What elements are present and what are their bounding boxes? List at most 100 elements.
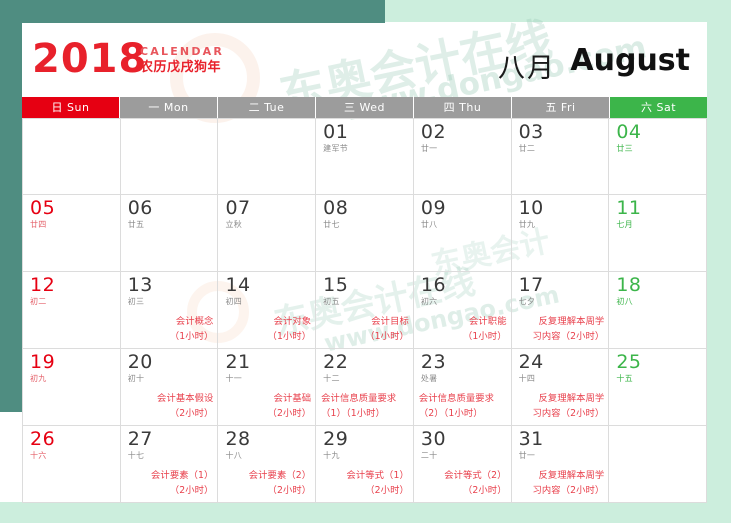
day-number: 19 (30, 351, 56, 373)
day-number: 11 (616, 197, 642, 219)
day-number: 27 (127, 428, 153, 450)
weekday-header-fri: 五 Fri (512, 97, 610, 118)
month-label-chinese: 八月 (498, 53, 556, 84)
day-number: 29 (323, 428, 349, 450)
day-event-text[interactable]: 会计基本假设 （2小时） (123, 392, 214, 421)
calendar-day-cell[interactable]: 11 七月 (609, 195, 708, 271)
calendar-day-cell[interactable]: 23 处暑会计信息质量要求 （2）（1小时） (414, 349, 512, 425)
calendar-day-cell[interactable]: 26 十六 (22, 426, 121, 502)
calendar-cell-empty (22, 119, 121, 194)
month-label-english: August (570, 43, 690, 78)
calendar-day-cell[interactable]: 15 初五会计目标 （1小时） (316, 272, 414, 348)
calendar-day-cell[interactable]: 13 初三 会计概念 （1小时） (121, 272, 219, 348)
calendar-day-cell[interactable]: 24 十四 反复理解本周学 习内容（2小时） (512, 349, 610, 425)
day-event-text[interactable]: 会计等式（1） （2小时） (318, 469, 409, 498)
day-event-text[interactable]: 会计概念 （1小时） (123, 315, 214, 344)
lunar-date-label: 建军节 (323, 143, 349, 153)
calendar-cell-empty (609, 426, 708, 502)
calendar-day-cell[interactable]: 14 初四 会计对象 （1小时） (218, 272, 317, 348)
calendar-day-cell[interactable]: 21 十一会计基础 （2小时） (218, 349, 317, 425)
calendar-day-cell[interactable]: 08 廿七 (316, 195, 414, 271)
calendar-page: 东奥会计在线 www.dongao.com 东奥会计在线 www.dongao.… (0, 0, 731, 523)
calendar-day-cell[interactable]: 31 廿一反复理解本周学 习内容（2小时） (512, 426, 610, 502)
calendar-day-cell[interactable]: 27 十七 会计要素（1） （2小时） (121, 426, 219, 502)
lunar-date-label: 初二 (30, 296, 47, 306)
day-number: 07 (225, 197, 251, 219)
day-number: 05 (30, 197, 56, 219)
day-event-text[interactable]: 会计基础 （2小时） (220, 392, 312, 421)
lunar-date-label: 初八 (616, 296, 633, 306)
lunar-date-label: 初五 (323, 296, 340, 306)
day-event-text[interactable]: 会计目标 （1小时） (318, 315, 409, 344)
day-event-text[interactable]: 会计对象 （1小时） (220, 315, 312, 344)
calendar-day-cell[interactable]: 07 立秋 (218, 195, 317, 271)
lunar-date-label: 十四 (518, 373, 536, 383)
day-number: 17 (518, 274, 544, 296)
day-event-text[interactable]: 反复理解本周学 习内容（2小时） (514, 469, 605, 498)
calendar-day-cell[interactable]: 09 廿八 (414, 195, 512, 271)
day-event-text[interactable]: 会计要素（2） （2小时） (220, 469, 311, 498)
calendar-day-cell[interactable]: 18 初八 (609, 272, 708, 348)
day-event-text[interactable]: 会计信息质量要求 （2）（1小时） (419, 392, 507, 421)
day-event-text[interactable]: 会计等式（2） （2小时） (416, 469, 507, 498)
calendar-sheet: 东奥会计在线 www.dongao.com 东奥会计在线 www.dongao.… (22, 12, 708, 503)
day-event-text[interactable]: 会计职能 （1小时） (416, 315, 507, 344)
lunar-date-label: 十二 (323, 373, 340, 383)
calendar-day-cell[interactable]: 10 廿九 (512, 195, 610, 271)
day-number: 09 (420, 197, 447, 219)
lunar-date-label: 十六 (30, 450, 47, 460)
day-number: 31 (518, 428, 544, 450)
calendar-day-cell[interactable]: 17 七夕反复理解本周学 习内容（2小时） (512, 272, 610, 348)
weekday-header-mon: 一 Mon (120, 97, 218, 118)
calendar-week-row: 19 初九 20 初十 会计基本假设 （2小时） 21 十一 会计基础 （2小时） 22 十二 会计信息… (22, 349, 708, 426)
calendar-day-cell[interactable]: 04 廿三 (609, 119, 708, 194)
lunar-date-label: 廿一 (518, 450, 536, 460)
calendar-day-cell[interactable]: 19 初九 (22, 349, 121, 425)
lunar-date-label: 廿四 (30, 219, 47, 229)
calendar-day-cell[interactable]: 25 十五 (609, 349, 708, 425)
lunar-date-label: 廿三 (616, 143, 633, 153)
calendar-day-cell[interactable]: 05 廿四 (22, 195, 121, 271)
calendar-grid: 日 Sun 一 Mon 二 Tue 三 Wed 四 Thu 五 Fri 六 Sat 01 建军… (22, 97, 708, 503)
lunar-date-label: 廿二 (518, 143, 536, 153)
calendar-day-cell[interactable]: 02 廿一 (414, 119, 512, 194)
day-number: 23 (420, 351, 447, 373)
day-event-text[interactable]: 会计信息质量要求 （1）（1小时） (321, 392, 409, 421)
day-number: 13 (127, 274, 153, 296)
calendar-day-cell[interactable]: 16 初六 会计职能 （1小时） (414, 272, 512, 348)
frame-band-right (707, 0, 731, 523)
weekday-header-tue: 二 Tue (218, 97, 316, 118)
lunar-date-label: 廿七 (323, 219, 340, 229)
day-event-text[interactable]: 反复理解本周学 习内容（2小时） (514, 392, 605, 421)
calendar-day-cell[interactable]: 22 十二 会计信息质量要求 （1）（1小时） (316, 349, 414, 425)
calendar-day-cell[interactable]: 28 十八 会计要素（2） （2小时） (218, 426, 317, 502)
day-number: 21 (225, 351, 251, 373)
lunar-date-label: 廿五 (127, 219, 145, 229)
calendar-day-cell[interactable]: 01 建军节 (316, 119, 414, 194)
lunar-date-label: 七夕 (518, 296, 536, 306)
lunar-date-label: 十一 (225, 373, 243, 383)
day-number: 15 (323, 274, 349, 296)
lunar-date-label: 七月 (616, 219, 633, 229)
calendar-day-cell[interactable]: 12 初二 (22, 272, 121, 348)
calendar-day-cell[interactable]: 29 十九 会计等式（1） （2小时） (316, 426, 414, 502)
lunar-date-label: 处暑 (420, 373, 438, 383)
lunar-date-label: 初六 (420, 296, 438, 306)
calendar-day-cell[interactable]: 20 初十 会计基本假设 （2小时） (121, 349, 219, 425)
day-number: 08 (323, 197, 349, 219)
calendar-header: 2018 CALENDAR 农历戊戌狗年 八月 August (22, 23, 707, 97)
day-event-text[interactable]: 反复理解本周学 习内容（2小时） (514, 315, 605, 344)
calendar-day-cell[interactable]: 06 廿五 (121, 195, 219, 271)
lunar-date-label: 十五 (616, 373, 633, 383)
calendar-day-cell[interactable]: 30 二十 会计等式（2） （2小时） (414, 426, 512, 502)
frame-accent-top (0, 0, 385, 23)
lunar-date-label: 廿八 (420, 219, 438, 229)
frame-accent-left (0, 0, 22, 412)
day-number: 20 (127, 351, 153, 373)
day-number: 14 (225, 274, 251, 296)
calendar-day-cell[interactable]: 03 廿二 (512, 119, 610, 194)
frame-band-bottom (0, 502, 731, 523)
day-event-text[interactable]: 会计要素（1） （2小时） (123, 469, 214, 498)
day-number: 01 (323, 121, 349, 143)
lunar-date-label: 廿一 (420, 143, 438, 153)
